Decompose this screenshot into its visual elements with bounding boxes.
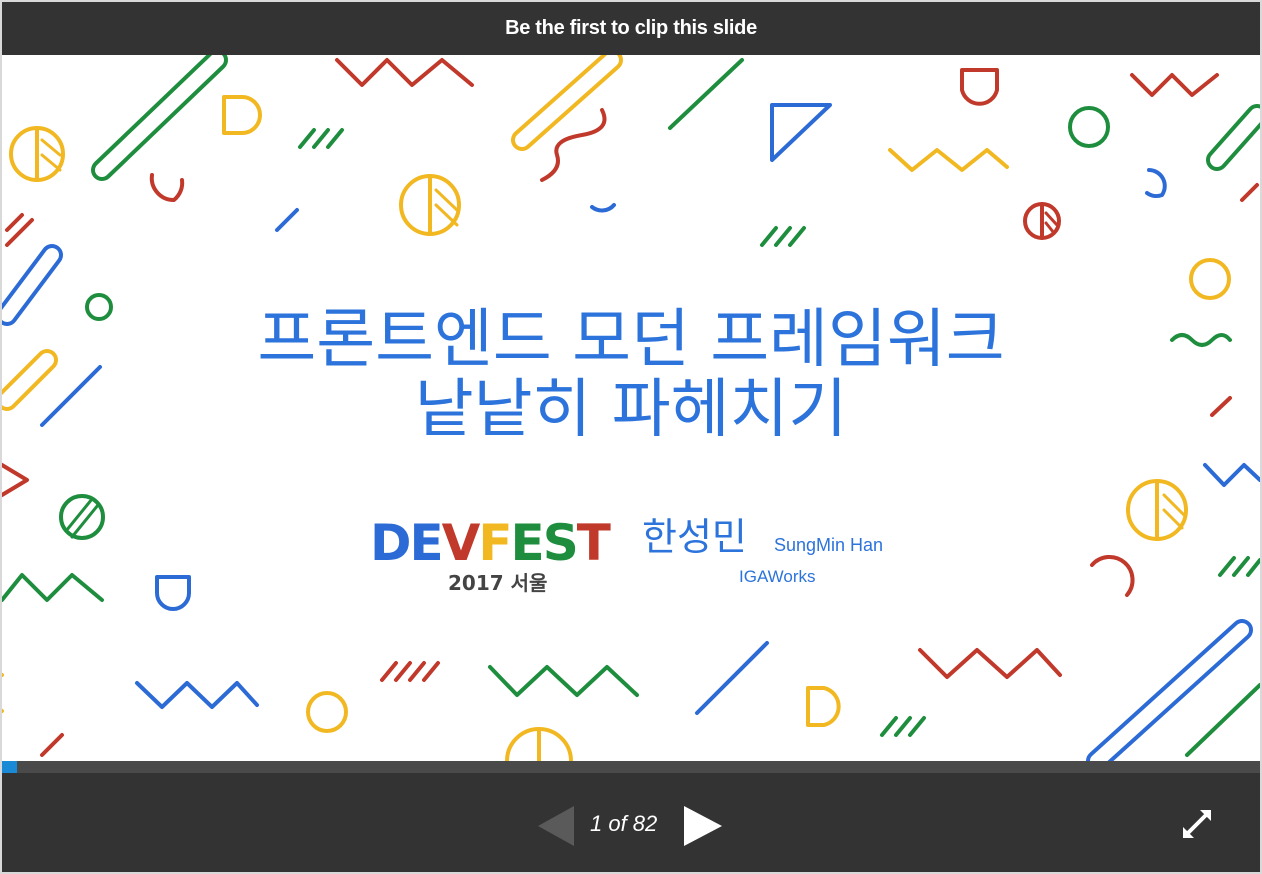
expand-arrows-icon xyxy=(1183,810,1211,838)
triangle-left-icon xyxy=(538,806,574,846)
speaker-name-korean: 한성민 xyxy=(642,515,747,559)
devfest-year-city: 2017 서울 xyxy=(448,571,548,595)
next-slide-button[interactable] xyxy=(684,806,722,846)
fullscreen-button[interactable] xyxy=(1180,807,1214,841)
slide-title-line-1: 프론트엔드 모던 프레임워크 xyxy=(257,303,1005,377)
clip-bar[interactable]: Be the first to clip this slide xyxy=(2,2,1260,55)
slide-title-line-2: 낱낱히 파헤치기 xyxy=(414,373,848,447)
slideshow-player: Be the first to clip this slide 프론트엔드 모던… xyxy=(2,2,1260,872)
logo-letter: E xyxy=(409,514,444,572)
clip-prompt[interactable]: Be the first to clip this slide xyxy=(505,17,757,40)
logo-letter: S xyxy=(542,514,579,572)
player-controls: 1 of 82 xyxy=(2,773,1260,872)
logo-letter: F xyxy=(478,514,512,572)
logo-letter: T xyxy=(576,514,611,572)
slide-title: 프론트엔드 모던 프레임워크 낱낱히 파헤치기 xyxy=(2,305,1260,445)
triangle-right-icon xyxy=(684,806,722,846)
devfest-logo: D E V F E S T 2017 서울 xyxy=(370,515,620,605)
slide-view: 프론트엔드 모던 프레임워크 낱낱히 파헤치기 D E V F E S T 20… xyxy=(2,55,1260,761)
devfest-wordmark: D E V F E S T xyxy=(370,515,620,571)
logo-letter: D xyxy=(370,514,411,572)
page-counter: 1 of 82 xyxy=(590,811,658,836)
speaker-name-english: SungMin Han xyxy=(774,535,884,555)
logo-letter: E xyxy=(510,514,545,572)
previous-slide-button[interactable] xyxy=(538,806,574,846)
speaker-company: IGAWorks xyxy=(739,567,816,586)
logo-letter: V xyxy=(441,514,481,572)
slide-progress-bar[interactable] xyxy=(2,761,1260,773)
slide-progress-fill xyxy=(2,761,18,773)
